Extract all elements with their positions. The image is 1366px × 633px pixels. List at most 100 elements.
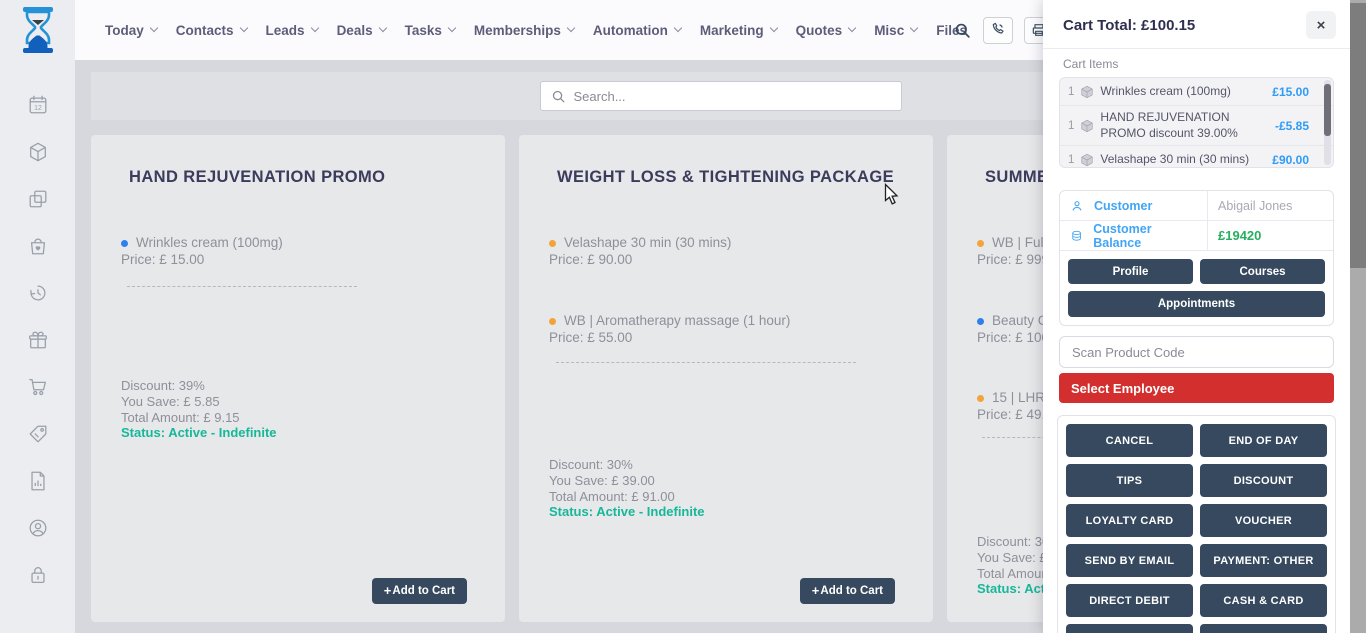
you-save-line: You Save: £ 39.00 [549, 473, 705, 489]
item-price: Price: £ 90.00 [549, 252, 731, 268]
tips-button[interactable]: TIPS [1066, 464, 1193, 497]
customer-link[interactable]: Customer [1060, 191, 1208, 220]
total-amount-line: Total Amount: £ 91.00 [549, 489, 705, 505]
sidebar-item-wishlist[interactable] [25, 235, 51, 257]
nav-item-today[interactable]: Today [105, 23, 157, 38]
scan-product-code-input[interactable] [1059, 336, 1334, 368]
package-icon [1080, 153, 1094, 167]
nav-label: Misc [874, 23, 904, 38]
payment-other-button[interactable]: PAYMENT: OTHER [1200, 544, 1327, 577]
chevron-down-icon [769, 24, 777, 32]
cube-icon [27, 141, 49, 163]
chevron-down-icon [910, 24, 918, 32]
item-name: Velashape 30 min (30 mins) [1100, 152, 1266, 168]
phone-icon [990, 22, 1006, 38]
sidebar-item-gifts[interactable] [25, 329, 51, 351]
history-icon [27, 282, 49, 304]
nav-label: Marketing [700, 23, 764, 38]
item-price: £15.00 [1272, 85, 1309, 99]
action-button-partial[interactable] [1200, 624, 1327, 633]
direct-debit-button[interactable]: DIRECT DEBIT [1066, 584, 1193, 617]
total-amount-line: Total Amount: £ 9.15 [121, 410, 277, 426]
cart-item-row[interactable]: 1 Velashape 30 min (30 mins) £90.00 [1060, 146, 1333, 168]
divider [556, 362, 856, 363]
user-circle-icon [27, 517, 49, 539]
sidebar-item-account[interactable] [25, 517, 51, 539]
app-logo[interactable] [0, 0, 75, 60]
nav-item-deals[interactable]: Deals [337, 23, 386, 38]
cash-and-card-button[interactable]: CASH & CARD [1200, 584, 1327, 617]
bullet-blue-icon [977, 318, 984, 325]
sidebar-item-history[interactable] [25, 282, 51, 304]
cart-items-list: 1 Wrinkles cream (100mg) £15.00 1 HAND R… [1059, 77, 1334, 168]
action-button-partial[interactable] [1066, 624, 1193, 633]
select-employee-button[interactable]: Select Employee [1059, 373, 1334, 403]
sidebar-item-reports[interactable] [25, 470, 51, 492]
package-title: WEIGHT LOSS & TIGHTENING PACKAGE [557, 168, 894, 187]
cancel-button[interactable]: CANCEL [1066, 424, 1193, 457]
nav-label: Tasks [405, 23, 442, 38]
package-card-weight-loss: WEIGHT LOSS & TIGHTENING PACKAGE Velasha… [519, 135, 933, 622]
cart-panel: Cart Total: £100.15 × Cart Items 1 Wrink… [1043, 0, 1350, 633]
voucher-button[interactable]: VOUCHER [1200, 504, 1327, 537]
person-icon [1070, 199, 1084, 213]
customer-buttons: Profile Courses Appointments [1060, 251, 1333, 325]
nav-item-marketing[interactable]: Marketing [700, 23, 777, 38]
chevron-down-icon [567, 24, 575, 32]
add-to-cart-button[interactable]: +Add to Cart [372, 578, 467, 604]
item-qty: 1 [1068, 154, 1074, 166]
search-input[interactable] [574, 89, 891, 104]
sidebar-item-vouchers[interactable] [25, 423, 51, 445]
search-button[interactable] [953, 21, 972, 40]
search-box[interactable] [540, 81, 902, 111]
cart-icon [27, 376, 49, 398]
courses-button[interactable]: Courses [1200, 259, 1325, 284]
add-to-cart-button[interactable]: +Add to Cart [800, 578, 895, 604]
nav-item-tasks[interactable]: Tasks [405, 23, 455, 38]
package-title: HAND REJUVENATION PROMO [129, 168, 385, 187]
nav-item-leads[interactable]: Leads [266, 23, 318, 38]
nav-label: Leads [266, 23, 305, 38]
close-icon[interactable]: × [1306, 11, 1336, 39]
nav-item-misc[interactable]: Misc [874, 23, 917, 38]
nav-item-quotes[interactable]: Quotes [796, 23, 856, 38]
appointments-button[interactable]: Appointments [1068, 291, 1325, 317]
topbar-actions [953, 0, 1054, 60]
coins-icon [1070, 229, 1083, 243]
discount-button[interactable]: DISCOUNT [1200, 464, 1327, 497]
sidebar-item-pos[interactable] [25, 376, 51, 398]
chevron-down-icon [310, 24, 318, 32]
call-button[interactable] [983, 17, 1013, 44]
package-summary: Discount: 39% You Save: £ 5.85 Total Amo… [121, 378, 277, 441]
end-of-day-button[interactable]: END OF DAY [1200, 424, 1327, 457]
cart-item-row[interactable]: 1 Wrinkles cream (100mg) £15.00 [1060, 78, 1333, 106]
sidebar-item-calendar[interactable]: 12 [25, 94, 51, 116]
cart-item-row[interactable]: 1 HAND REJUVENATION PROMO discount 39.00… [1060, 106, 1333, 146]
package-summary: Discount: 30% You Save: £ 39.00 Total Am… [549, 457, 705, 520]
main-nav: Today Contacts Leads Deals Tasks Members… [105, 0, 967, 60]
profile-button[interactable]: Profile [1068, 259, 1193, 284]
sidebar: 12 [0, 0, 75, 633]
nav-item-memberships[interactable]: Memberships [474, 23, 574, 38]
package-icon [1080, 85, 1094, 99]
chevron-down-icon [239, 24, 247, 32]
scrollbar-thumb[interactable] [1324, 84, 1331, 136]
copy-icon [27, 188, 49, 210]
customer-box: Customer Abigail Jones Customer Balance … [1059, 190, 1334, 326]
scrollbar-thumb[interactable] [1350, 3, 1366, 268]
page-scrollbar[interactable] [1350, 0, 1366, 633]
nav-item-automation[interactable]: Automation [593, 23, 681, 38]
sidebar-item-products[interactable] [25, 141, 51, 163]
nav-item-contacts[interactable]: Contacts [176, 23, 247, 38]
sidebar-item-security[interactable] [25, 564, 51, 586]
send-by-email-button[interactable]: SEND BY EMAIL [1066, 544, 1193, 577]
divider [1043, 48, 1350, 49]
item-price: -£5.85 [1275, 119, 1309, 133]
cart-items-scrollbar[interactable] [1324, 80, 1331, 165]
customer-value[interactable]: Abigail Jones [1208, 191, 1333, 220]
customer-balance-link[interactable]: Customer Balance [1060, 221, 1208, 250]
bag-icon [27, 235, 49, 257]
sidebar-item-duplicates[interactable] [25, 188, 51, 210]
you-save-line: You Save: £ 5.85 [121, 394, 277, 410]
loyalty-card-button[interactable]: LOYALTY CARD [1066, 504, 1193, 537]
